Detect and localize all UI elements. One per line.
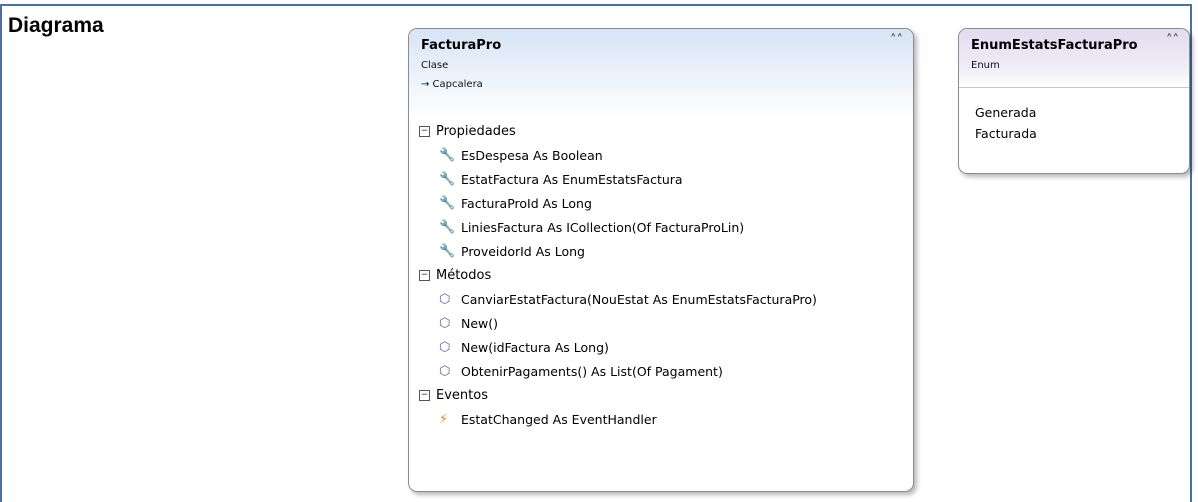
enum-member[interactable]: Generada — [959, 102, 1189, 123]
collapse-minus-icon[interactable]: − — [419, 125, 430, 137]
wrench-icon: 🔧 — [439, 147, 456, 163]
member-text: EstatChanged As EventHandler — [461, 411, 657, 427]
wrench-icon: 🔧 — [439, 171, 456, 187]
class-header[interactable]: FacturaPro Clase → Capcalera ˄˄ — [409, 29, 913, 119]
method-icon: ⬡ — [439, 339, 451, 355]
enum-header[interactable]: EnumEstatsFacturaPro Enum ˄˄ — [959, 29, 1189, 87]
enum-name: EnumEstatsFacturaPro — [971, 38, 1138, 53]
property-item[interactable]: 🔧 EstatFactura As EnumEstatsFactura — [409, 167, 913, 191]
member-text: ProveidorId As Long — [461, 243, 585, 259]
compartment-methods[interactable]: − Métodos — [409, 263, 913, 287]
compartment-title: Métodos — [436, 267, 492, 283]
lightning-icon: ⚡ — [439, 411, 449, 427]
property-item[interactable]: 🔧 ProveidorId As Long — [409, 239, 913, 263]
method-icon: ⬡ — [439, 363, 451, 379]
compartment-title: Propiedades — [436, 123, 516, 139]
wrench-icon: 🔧 — [439, 195, 456, 211]
member-text: LiniesFactura As ICollection(Of FacturaP… — [461, 219, 745, 235]
property-item[interactable]: 🔧 LiniesFactura As ICollection(Of Factur… — [409, 215, 913, 239]
enum-members: Generada Facturada — [959, 87, 1189, 144]
member-text: FacturaProId As Long — [461, 195, 592, 211]
event-item[interactable]: ⚡ EstatChanged As EventHandler — [409, 407, 913, 431]
enum-shape-enumestatsfacturapro[interactable]: EnumEstatsFacturaPro Enum ˄˄ Generada Fa… — [958, 28, 1190, 174]
compartment-events[interactable]: − Eventos — [409, 383, 913, 407]
wrench-icon: 🔧 — [439, 219, 456, 235]
method-icon: ⬡ — [439, 315, 451, 331]
property-item[interactable]: 🔧 FacturaProId As Long — [409, 191, 913, 215]
member-text: New() — [461, 315, 499, 331]
collapse-minus-icon[interactable]: − — [419, 389, 430, 401]
class-base-type: → Capcalera — [421, 79, 483, 90]
enum-member[interactable]: Facturada — [959, 123, 1189, 144]
compartment-title: Eventos — [436, 387, 488, 403]
member-text: CanviarEstatFactura(NouEstat As EnumEsta… — [461, 291, 817, 307]
wrench-icon: 🔧 — [439, 243, 456, 259]
compartment-properties[interactable]: − Propiedades — [409, 119, 913, 143]
private-method-icon: ⬡ — [439, 291, 451, 307]
enum-stereotype: Enum — [971, 60, 1000, 71]
method-item[interactable]: ⬡ New(idFactura As Long) — [409, 335, 913, 359]
class-name: FacturaPro — [421, 38, 502, 53]
method-item[interactable]: ⬡ New() — [409, 311, 913, 335]
method-item[interactable]: ⬡ ObtenirPagaments() As List(Of Pagament… — [409, 359, 913, 383]
document-label: Diagrama — [8, 14, 104, 37]
double-chevron-up-icon[interactable]: ˄˄ — [1166, 33, 1179, 48]
class-stereotype: Clase — [421, 60, 449, 71]
double-chevron-up-icon[interactable]: ˄˄ — [890, 33, 903, 48]
member-text: New(idFactura As Long) — [461, 339, 609, 355]
property-item[interactable]: 🔧 EsDespesa As Boolean — [409, 143, 913, 167]
member-text: EsDespesa As Boolean — [461, 147, 603, 163]
collapse-minus-icon[interactable]: − — [419, 269, 430, 281]
member-text: ObtenirPagaments() As List(Of Pagament) — [461, 363, 723, 379]
method-item[interactable]: ⬡ CanviarEstatFactura(NouEstat As EnumEs… — [409, 287, 913, 311]
class-shape-facturapro[interactable]: FacturaPro Clase → Capcalera ˄˄ − Propie… — [408, 28, 914, 492]
member-text: EstatFactura As EnumEstatsFactura — [461, 171, 683, 187]
